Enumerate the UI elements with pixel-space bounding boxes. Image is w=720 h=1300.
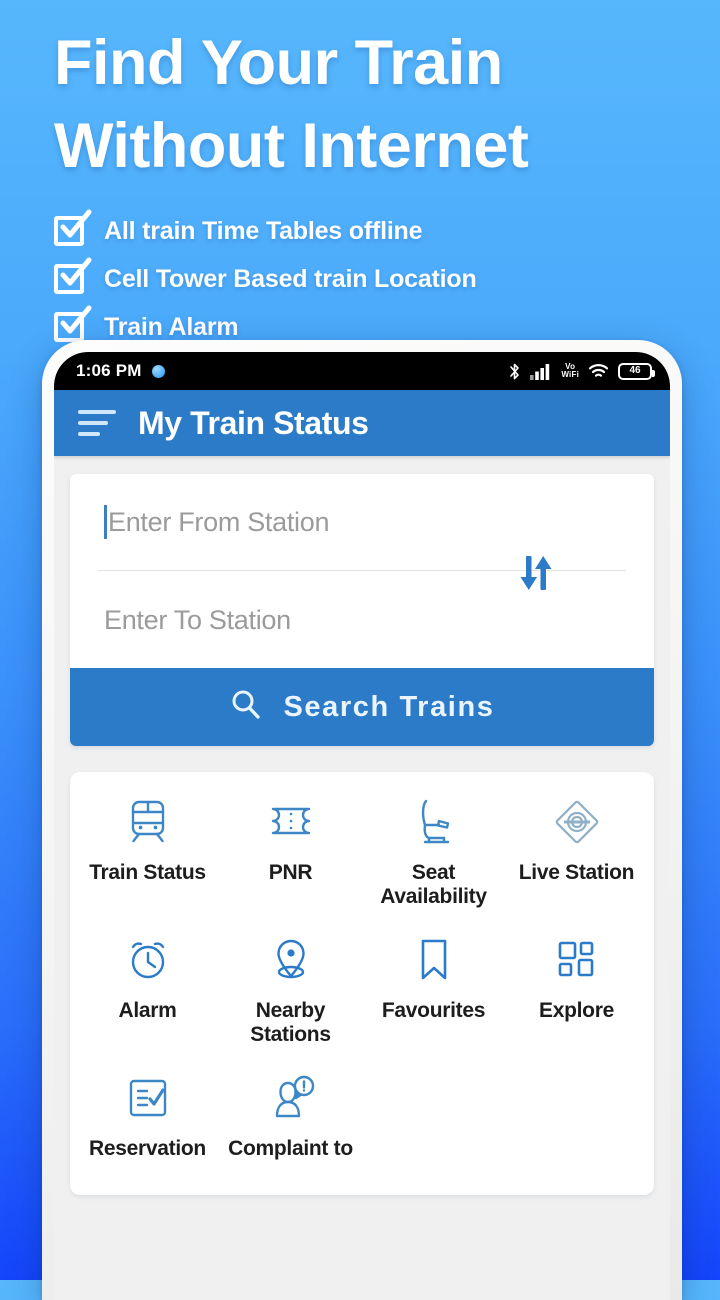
feature-tile-pnr[interactable]: PNR xyxy=(219,794,362,932)
bluetooth-icon xyxy=(508,362,521,381)
grid-icon xyxy=(551,932,603,988)
from-station-input[interactable]: Enter From Station xyxy=(70,474,654,570)
search-section: Enter From Station Enter To Station Sear… xyxy=(54,456,670,746)
feature-grid-section: Train Status PNR Seat Availability Live … xyxy=(54,746,670,1195)
feature-label: Explore xyxy=(539,999,614,1023)
feature-label: PNR xyxy=(268,861,313,884)
feature-tile-favourites[interactable]: Favourites xyxy=(362,932,505,1070)
checklist-icon xyxy=(122,1070,174,1126)
app-title: My Train Status xyxy=(138,404,369,441)
to-station-input[interactable]: Enter To Station xyxy=(70,572,654,668)
app-bar: My Train Status xyxy=(54,390,670,456)
checkbox-checked-icon xyxy=(54,257,92,296)
feature-tile-complaint[interactable]: Complaint to xyxy=(219,1070,362,1185)
bookmark-icon xyxy=(408,932,460,988)
wifi-icon xyxy=(588,363,609,379)
from-station-placeholder: Enter From Station xyxy=(108,506,330,537)
feature-label: Nearby Stations xyxy=(250,999,331,1046)
phone-mockup: 1:06 PM Vo WiFi 46 My Train Status Enter… xyxy=(42,340,682,1300)
cellular-signal-icon xyxy=(530,363,552,380)
status-bar-clock: 1:06 PM xyxy=(76,361,142,380)
promo-headline: Find Your Train Without Internet xyxy=(54,22,680,188)
feature-tile-train-status[interactable]: Train Status xyxy=(76,794,219,932)
promo-banner: Find Your Train Without Internet All tra… xyxy=(0,0,720,358)
feature-row: Train Status PNR Seat Availability Live … xyxy=(76,794,648,932)
feature-grid-card: Train Status PNR Seat Availability Live … xyxy=(70,772,654,1195)
ticket-icon xyxy=(265,794,317,850)
list-item: All train Time Tables offline xyxy=(54,209,680,248)
seat-icon xyxy=(408,794,460,850)
feature-tile-reservation[interactable]: Reservation xyxy=(76,1070,219,1185)
hamburger-menu-icon[interactable] xyxy=(78,410,116,436)
to-station-placeholder: Enter To Station xyxy=(104,604,291,635)
promo-bullet-label: Train Alarm xyxy=(104,312,239,341)
feature-label: Seat Availability xyxy=(380,861,487,908)
person-alert-icon xyxy=(265,1070,317,1126)
battery-icon: 46 xyxy=(618,362,655,380)
feature-tile-empty xyxy=(505,1070,648,1185)
text-cursor xyxy=(104,505,107,539)
feature-tile-seat-availability[interactable]: Seat Availability xyxy=(362,794,505,932)
checkbox-checked-icon xyxy=(54,209,92,248)
feature-tile-empty xyxy=(362,1070,505,1185)
search-card: Enter From Station Enter To Station Sear… xyxy=(70,474,654,746)
location-pin-icon xyxy=(265,932,317,988)
feature-label: Train Status xyxy=(89,861,206,884)
feature-tile-live-station[interactable]: Live Station xyxy=(505,794,648,932)
status-bar: 1:06 PM Vo WiFi 46 xyxy=(54,352,670,390)
notification-dot-icon xyxy=(151,364,165,378)
feature-row: Alarm Nearby Stations Favourites Explore xyxy=(76,932,648,1070)
search-trains-button[interactable]: Search Trains xyxy=(70,668,654,746)
feature-tile-nearby-stations[interactable]: Nearby Stations xyxy=(219,932,362,1070)
battery-level-label: 46 xyxy=(629,365,641,376)
search-trains-label: Search Trains xyxy=(283,690,495,723)
feature-label: Complaint to xyxy=(228,1137,353,1161)
headline-line-1: Find Your Train xyxy=(54,28,503,98)
promo-bullet-label: All train Time Tables offline xyxy=(104,216,423,245)
feature-tile-alarm[interactable]: Alarm xyxy=(76,932,219,1070)
train-icon xyxy=(122,794,174,850)
promo-feature-list: All train Time Tables offline Cell Tower… xyxy=(54,209,680,344)
feature-label: Live Station xyxy=(518,861,635,884)
alarm-clock-icon xyxy=(122,932,174,988)
railway-diamond-icon xyxy=(551,794,603,850)
search-icon xyxy=(229,688,263,727)
headline-line-2: Without Internet xyxy=(54,111,529,182)
feature-label: Reservation xyxy=(89,1137,206,1161)
feature-label: Favourites xyxy=(381,999,486,1023)
feature-label: Alarm xyxy=(118,999,177,1023)
feature-tile-explore[interactable]: Explore xyxy=(505,932,648,1070)
phone-screen: 1:06 PM Vo WiFi 46 My Train Status Enter… xyxy=(54,352,670,1300)
volte-wifi-icon: Vo WiFi xyxy=(561,362,579,379)
list-item: Cell Tower Based train Location xyxy=(54,257,680,296)
promo-bullet-label: Cell Tower Based train Location xyxy=(104,264,477,293)
feature-row: Reservation Complaint to xyxy=(76,1070,648,1185)
